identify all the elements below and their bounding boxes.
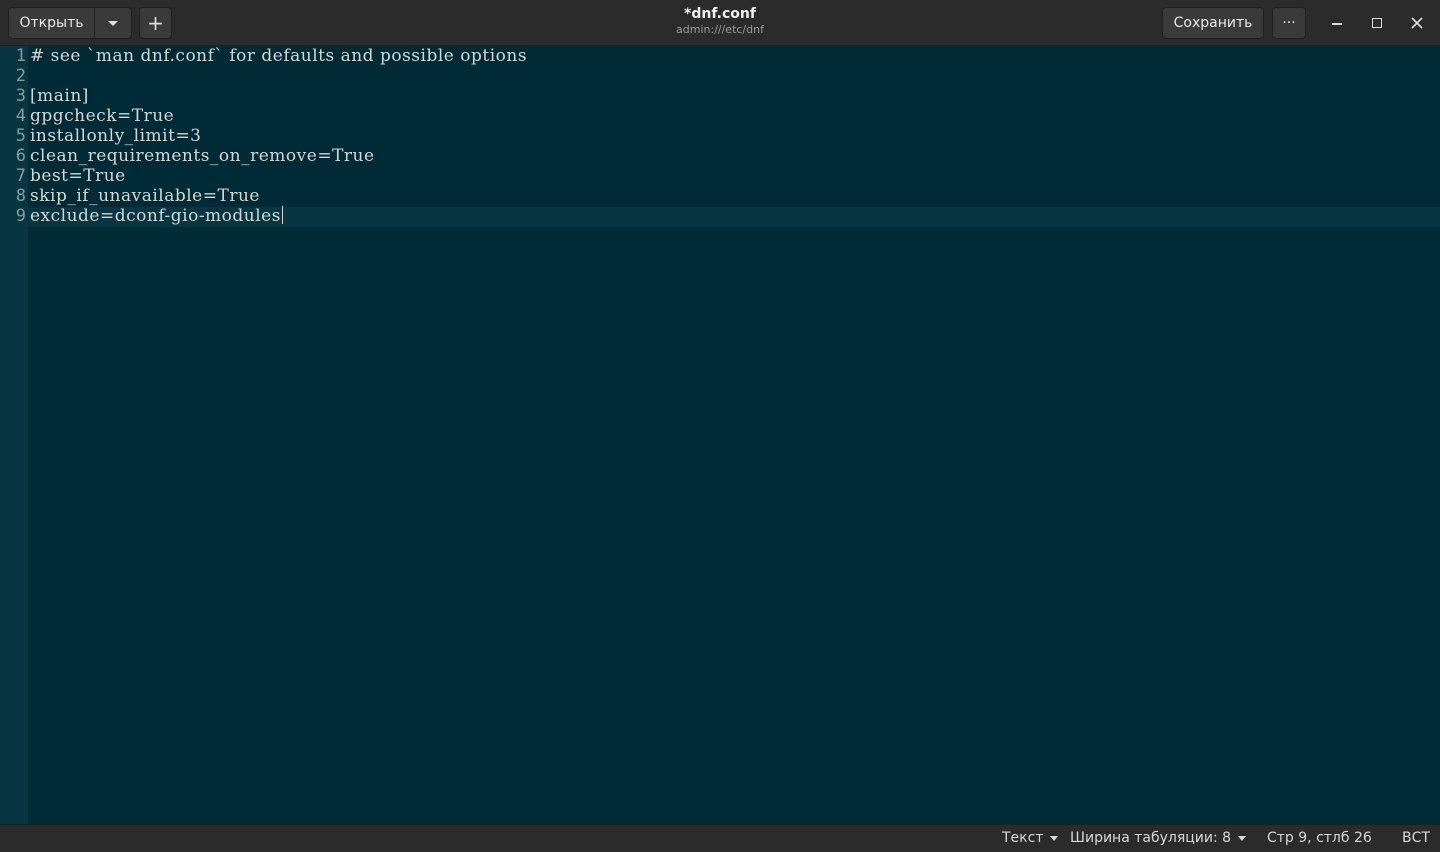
line-number: 4 bbox=[15, 106, 26, 126]
line-number: 9 bbox=[15, 206, 26, 226]
save-button-label: Сохранить bbox=[1173, 15, 1253, 31]
text-cursor bbox=[281, 206, 283, 224]
cursor-position[interactable]: Стр 9, стлб 26 bbox=[1267, 830, 1372, 846]
language-selector[interactable]: Текст bbox=[1002, 830, 1059, 846]
plus-icon: + bbox=[147, 11, 164, 35]
code-line-current[interactable]: exclude=dconf-gio-modules bbox=[30, 206, 283, 226]
insert-mode-label: ВСТ bbox=[1402, 830, 1430, 846]
code-line[interactable]: best=True bbox=[30, 166, 126, 186]
document-path: admin:///etc/dnf bbox=[676, 23, 764, 36]
line-number: 6 bbox=[15, 146, 26, 166]
code-line[interactable]: installonly_limit=3 bbox=[30, 126, 202, 146]
close-icon bbox=[1411, 17, 1423, 29]
tab-width-selector[interactable]: Ширина табуляции: 8 bbox=[1070, 830, 1247, 846]
line-number: 3 bbox=[15, 86, 26, 106]
code-line[interactable]: [main] bbox=[30, 86, 89, 106]
new-tab-button[interactable]: + bbox=[139, 7, 172, 39]
open-button[interactable]: Открыть bbox=[8, 7, 95, 39]
chevron-down-icon bbox=[108, 20, 118, 26]
language-label: Текст bbox=[1002, 830, 1044, 846]
maximize-icon bbox=[1372, 18, 1382, 28]
insert-mode-indicator[interactable]: ВСТ bbox=[1402, 830, 1430, 846]
header-bar: Открыть + *dnf.conf admin:///etc/dnf Сох… bbox=[0, 0, 1440, 46]
tab-width-label: Ширина табуляции: 8 bbox=[1070, 830, 1232, 846]
line-number: 1 bbox=[15, 46, 26, 66]
line-number: 2 bbox=[15, 66, 26, 86]
text-editor[interactable]: # see `man dnf.conf` for defaults and po… bbox=[28, 46, 1440, 824]
open-button-label: Открыть bbox=[19, 15, 84, 31]
window-title-area: *dnf.conf admin:///etc/dnf bbox=[520, 5, 920, 37]
code-line[interactable]: gpgcheck=True bbox=[30, 106, 174, 126]
status-bar: Текст Ширина табуляции: 8 Стр 9, стлб 26… bbox=[0, 824, 1440, 852]
document-title: *dnf.conf bbox=[684, 6, 756, 22]
more-icon: ··· bbox=[1282, 15, 1296, 31]
line-number: 8 bbox=[15, 186, 26, 206]
code-line[interactable]: # see `man dnf.conf` for defaults and po… bbox=[30, 46, 527, 66]
chevron-down-icon bbox=[1238, 835, 1247, 841]
minimize-button[interactable] bbox=[1325, 11, 1349, 35]
line-number: 5 bbox=[15, 126, 26, 146]
close-button[interactable] bbox=[1405, 11, 1429, 35]
minimize-icon bbox=[1332, 23, 1342, 25]
code-line-text: exclude=dconf-gio-modules bbox=[30, 206, 281, 226]
code-line[interactable]: clean_requirements_on_remove=True bbox=[30, 146, 375, 166]
more-menu-button[interactable]: ··· bbox=[1272, 7, 1306, 39]
maximize-button[interactable] bbox=[1365, 11, 1389, 35]
save-button[interactable]: Сохранить bbox=[1162, 7, 1264, 39]
open-menu-button[interactable] bbox=[94, 7, 132, 39]
line-number-gutter: 1 2 3 4 5 6 7 8 9 bbox=[0, 46, 28, 824]
chevron-down-icon bbox=[1050, 835, 1059, 841]
code-line[interactable]: skip_if_unavailable=True bbox=[30, 186, 260, 206]
cursor-position-label: Стр 9, стлб 26 bbox=[1267, 830, 1372, 846]
line-number: 7 bbox=[15, 166, 26, 186]
